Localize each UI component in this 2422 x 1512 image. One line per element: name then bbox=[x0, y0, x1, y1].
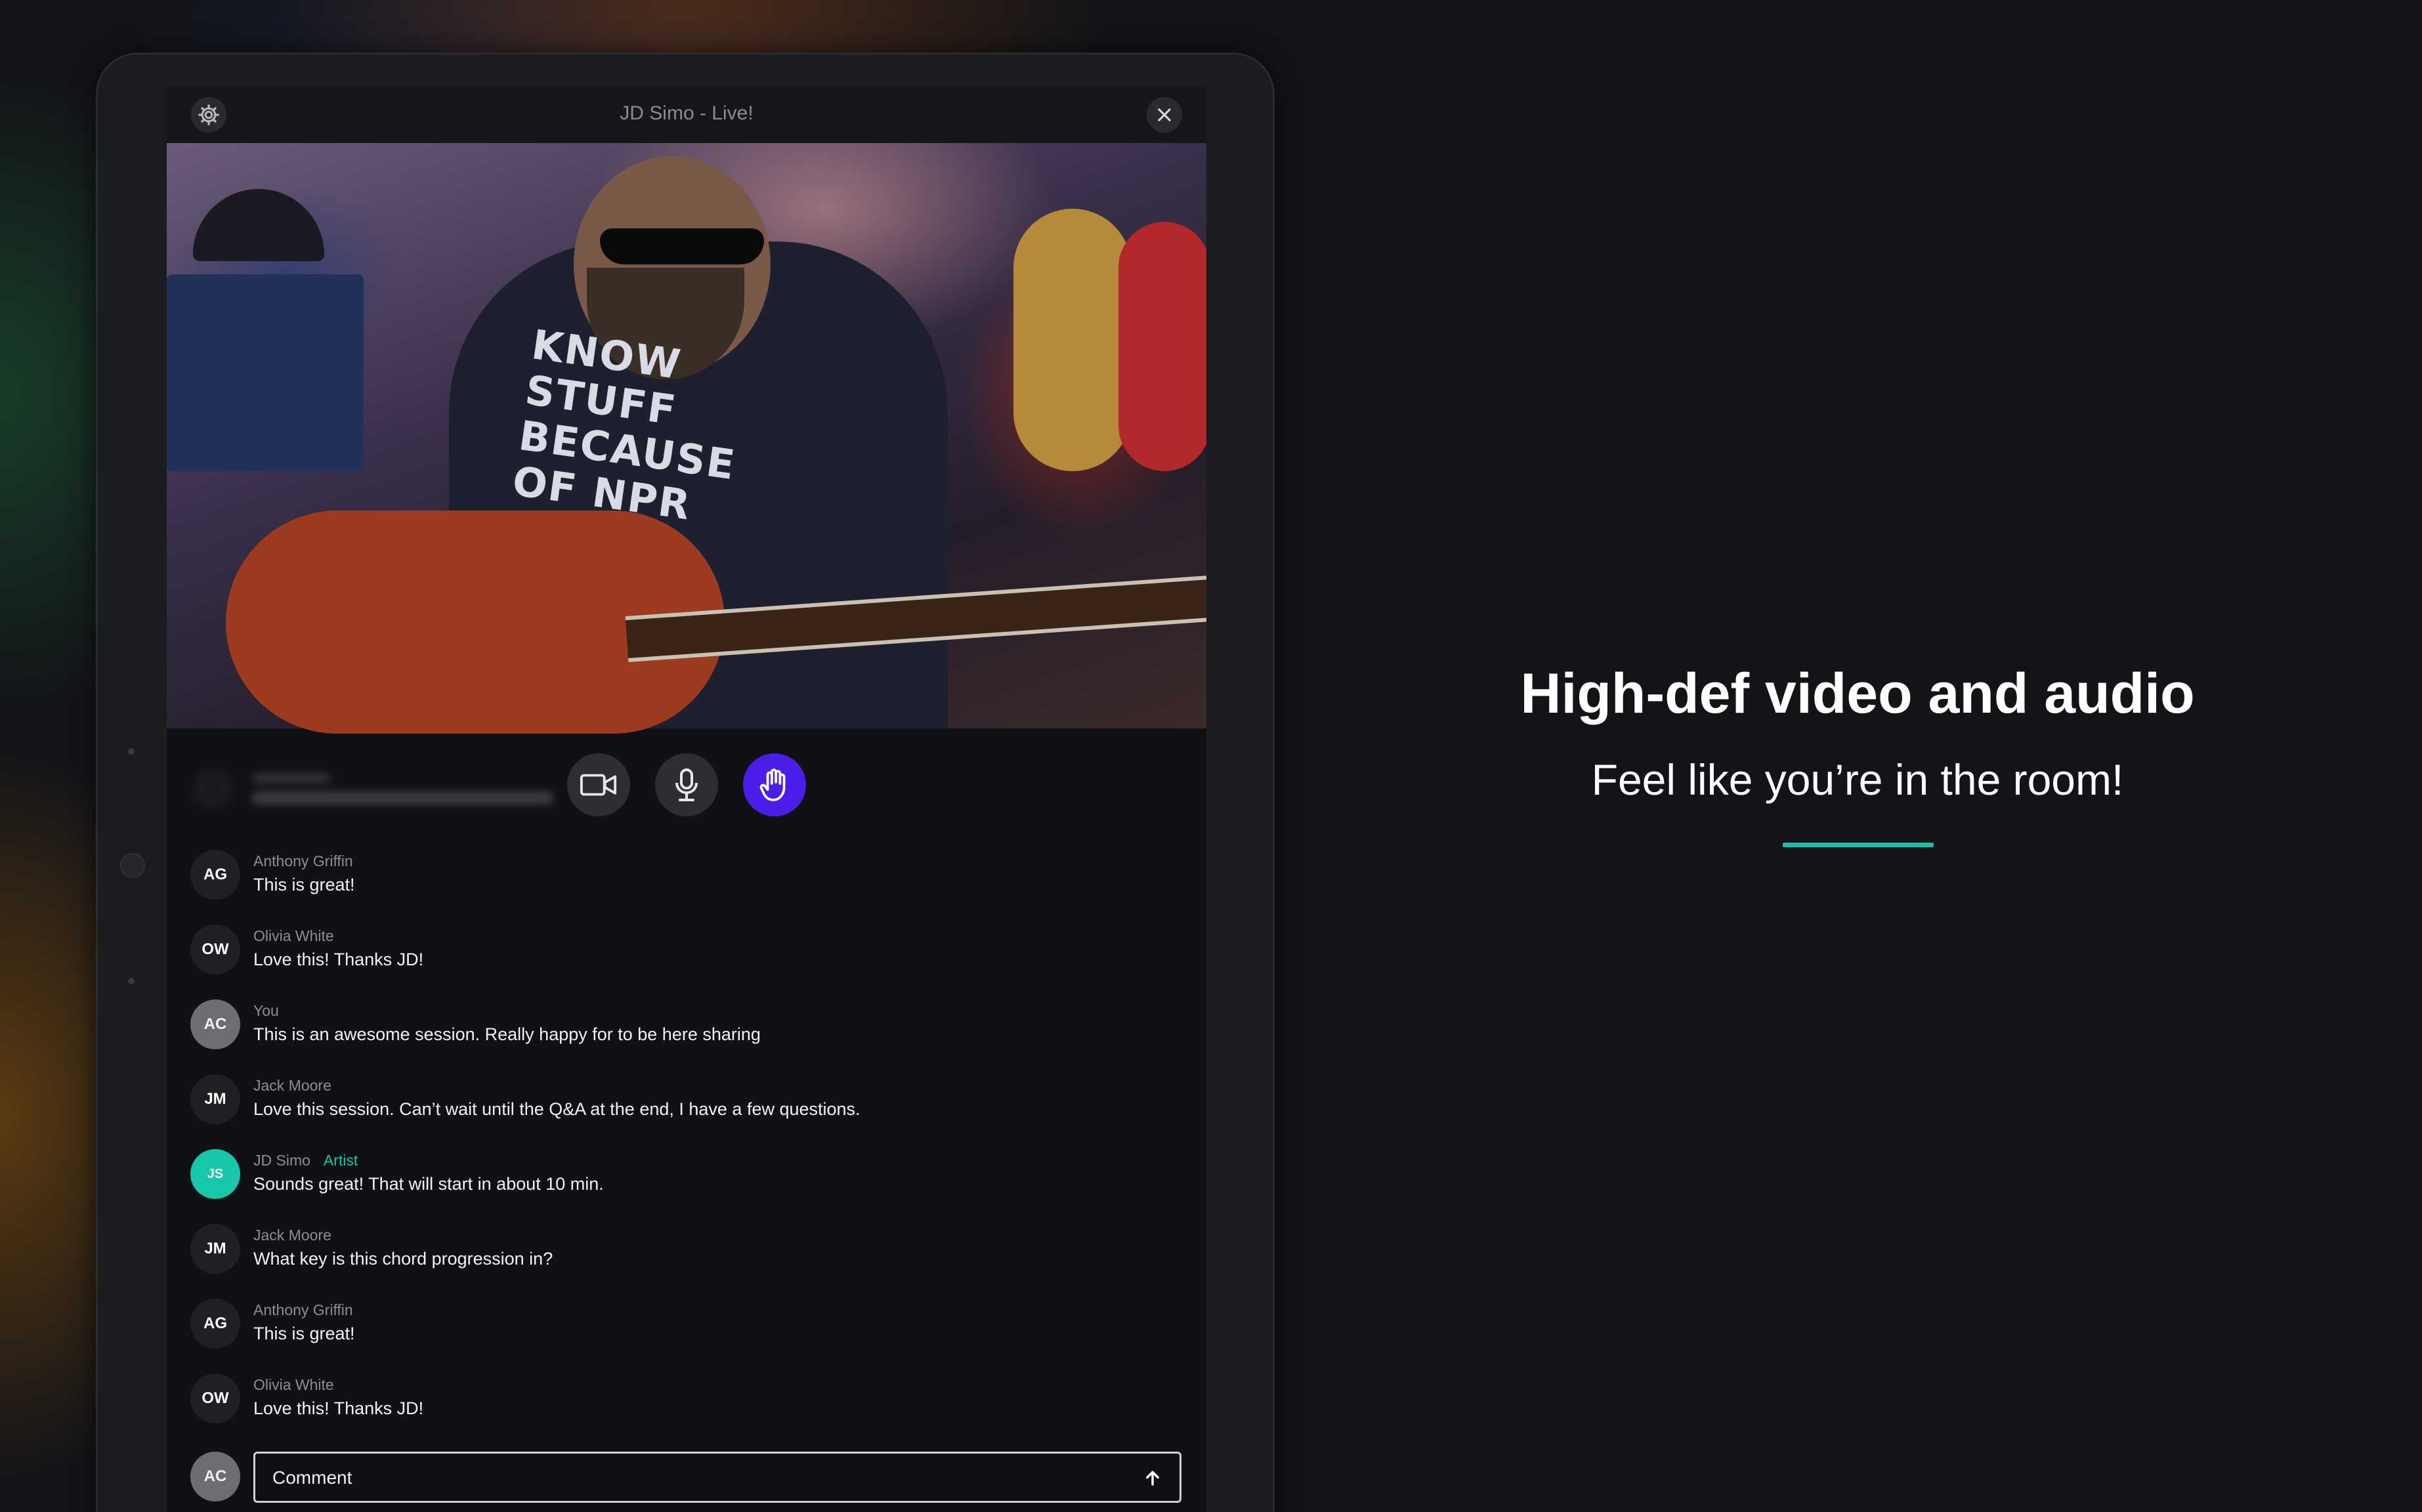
avatar[interactable]: JM bbox=[190, 1224, 240, 1274]
avatar[interactable]: JM bbox=[190, 1074, 240, 1124]
message-text: Love this session. Can’t wait until the … bbox=[253, 1099, 860, 1119]
microphone-icon bbox=[675, 768, 698, 801]
message-text: Love this! Thanks JD! bbox=[253, 1398, 424, 1418]
promo-title: High-def video and audio bbox=[1520, 662, 2195, 725]
comment-placeholder: Comment bbox=[272, 1467, 352, 1488]
sunglasses bbox=[600, 228, 764, 264]
bezel-dot bbox=[128, 978, 135, 984]
message-text: Sounds great! That will start in about 1… bbox=[253, 1174, 604, 1194]
title-bar: JD Simo - Live! bbox=[167, 87, 1206, 143]
chat-message: OW Olivia White Love this! Thanks JD! bbox=[190, 925, 1188, 999]
my-avatar[interactable]: AC bbox=[190, 1452, 240, 1502]
message-author: You bbox=[253, 1002, 279, 1019]
chat-message: JM Jack Moore Love this session. Can’t w… bbox=[190, 1074, 1188, 1149]
bezel-dot bbox=[128, 748, 135, 755]
chat-message: AG Anthony Griffin This is great! bbox=[190, 850, 1188, 925]
window-title: JD Simo - Live! bbox=[620, 102, 754, 124]
message-text: This is great! bbox=[253, 875, 355, 894]
close-button[interactable] bbox=[1147, 97, 1182, 133]
avatar[interactable]: OW bbox=[190, 1374, 240, 1423]
comment-composer: AC Comment bbox=[190, 1452, 1188, 1504]
message-author: Jack Moore bbox=[253, 1077, 331, 1094]
avatar[interactable]: AC bbox=[190, 999, 240, 1049]
message-text: Love this! Thanks JD! bbox=[253, 950, 424, 969]
live-video[interactable]: KNOW STUFF BECAUSE OF NPR bbox=[167, 143, 1206, 734]
chat-message: OW Olivia White Love this! Thanks JD! bbox=[190, 1374, 1188, 1448]
shirt-text: KNOW STUFF BECAUSE OF NPR bbox=[509, 320, 739, 530]
chat-message: AC You This is an awesome session. Reall… bbox=[190, 999, 1188, 1074]
artist-badge: Artist bbox=[323, 1152, 358, 1169]
close-icon bbox=[1158, 108, 1171, 121]
chat-message: JS JD Simo Artist Sounds great! That will… bbox=[190, 1149, 1188, 1224]
faded-message bbox=[193, 769, 561, 808]
guitar-on-wall bbox=[1013, 209, 1132, 471]
message-text: This is an awesome session. Really happy… bbox=[253, 1024, 761, 1044]
hat bbox=[193, 189, 324, 261]
video-camera-icon bbox=[580, 774, 617, 796]
raise-hand-icon bbox=[759, 768, 786, 801]
amplifier bbox=[167, 274, 364, 471]
accent-divider bbox=[1783, 843, 1934, 847]
message-author: Jack Moore bbox=[253, 1227, 331, 1244]
comment-input[interactable]: Comment bbox=[253, 1452, 1181, 1503]
message-text: What key is this chord progression in? bbox=[253, 1249, 553, 1269]
promo-subtitle: Feel like you’re in the room! bbox=[1591, 755, 2124, 804]
video-toggle-button[interactable] bbox=[567, 753, 630, 816]
arrow-up-icon bbox=[1146, 1471, 1159, 1486]
avatar[interactable]: JS bbox=[190, 1149, 240, 1199]
message-author: Anthony Griffin bbox=[253, 852, 353, 870]
chat-message: AG Anthony Griffin This is great! bbox=[190, 1299, 1188, 1374]
message-author: JD Simo Artist bbox=[253, 1152, 358, 1169]
send-button[interactable] bbox=[1140, 1465, 1165, 1490]
message-author: Olivia White bbox=[253, 927, 334, 944]
microphone-toggle-button[interactable] bbox=[655, 753, 718, 816]
avatar[interactable]: OW bbox=[190, 925, 240, 975]
message-author: Olivia White bbox=[253, 1376, 334, 1393]
avatar[interactable]: AG bbox=[190, 1299, 240, 1349]
raise-hand-button[interactable] bbox=[743, 753, 806, 816]
chat-list: AG Anthony Griffin This is great! OW Oli… bbox=[190, 850, 1188, 1448]
avatar[interactable]: AG bbox=[190, 850, 240, 900]
app-screen: JD Simo - Live! KNOW STUFF BECAUSE OF NP… bbox=[167, 87, 1206, 1512]
chat-message: JM Jack Moore What key is this chord pro… bbox=[190, 1224, 1188, 1299]
guitar-on-wall bbox=[1118, 222, 1206, 471]
message-author: Anthony Griffin bbox=[253, 1301, 353, 1318]
message-text: This is great! bbox=[253, 1324, 355, 1343]
front-camera bbox=[120, 853, 145, 878]
